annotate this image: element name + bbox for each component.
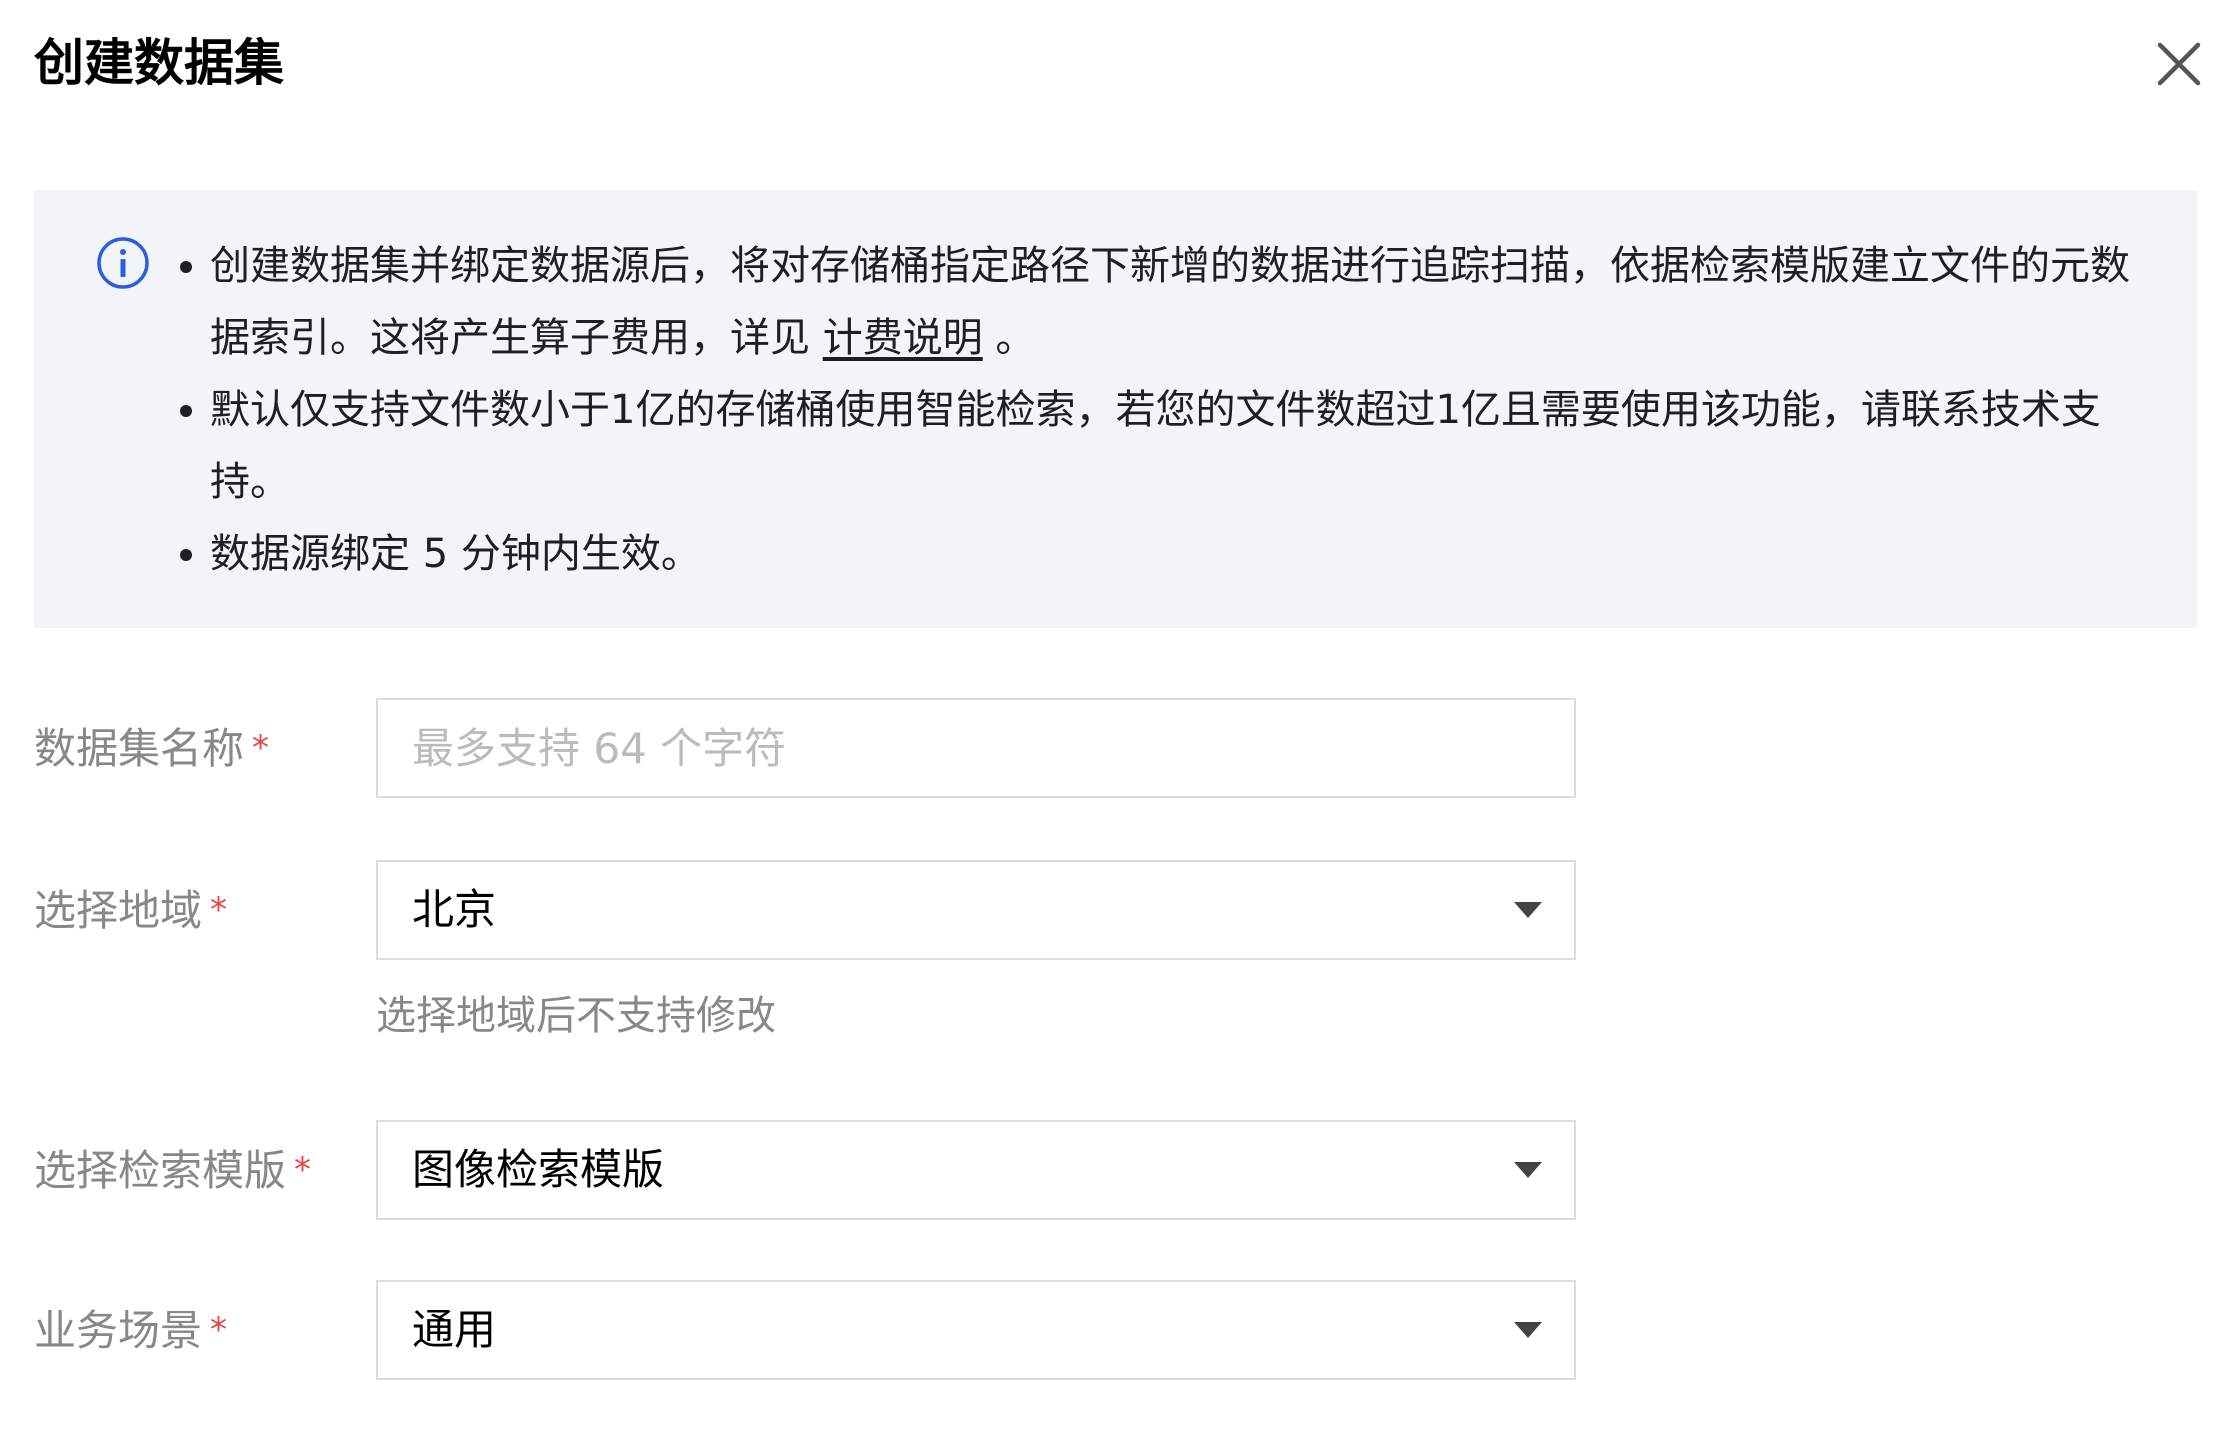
scenario-label: 业务场景 * bbox=[34, 1306, 228, 1355]
dataset-name-input[interactable] bbox=[378, 700, 1574, 796]
info-notice: 创建数据集并绑定数据源后，将对存储桶指定路径下新增的数据进行追踪扫描，依据检索模… bbox=[34, 190, 2197, 628]
form-row-scenario: 业务场景 * 通用 bbox=[34, 1280, 1576, 1382]
required-mark: * bbox=[210, 1310, 228, 1350]
caret-down-icon bbox=[1514, 902, 1542, 918]
template-label: 选择检索模版 * bbox=[34, 1146, 312, 1195]
notice-item-billing-suffix: 。 bbox=[982, 315, 1036, 361]
caret-down-icon bbox=[1514, 1322, 1542, 1338]
required-mark: * bbox=[252, 728, 270, 768]
region-label: 选择地域 * bbox=[34, 886, 228, 935]
notice-item-file-limit: 默认仅支持文件数小于1亿的存储桶使用智能检索，若您的文件数超过1亿且需要使用该功… bbox=[174, 374, 2154, 518]
region-hint: 选择地域后不支持修改 bbox=[376, 993, 776, 1039]
required-mark: * bbox=[210, 890, 228, 930]
form-row-dataset-name: 数据集名称 * bbox=[34, 698, 1576, 800]
region-select[interactable]: 北京 bbox=[376, 860, 1576, 960]
required-mark: * bbox=[294, 1150, 312, 1190]
close-icon bbox=[2157, 42, 2201, 86]
caret-down-icon bbox=[1514, 1162, 1542, 1178]
scenario-select-value: 通用 bbox=[412, 1305, 497, 1354]
dataset-name-label: 数据集名称 * bbox=[34, 724, 270, 773]
billing-link[interactable]: 计费说明 bbox=[823, 315, 983, 361]
dataset-name-field bbox=[376, 698, 1576, 798]
template-select-value: 图像检索模版 bbox=[412, 1145, 665, 1194]
form-row-region: 选择地域 * 北京 选择地域后不支持修改 bbox=[34, 860, 1576, 1080]
notice-item-billing-text: 创建数据集并绑定数据源后，将对存储桶指定路径下新增的数据进行追踪扫描，依据检索模… bbox=[210, 243, 2130, 361]
notice-item-effective-time: 数据源绑定 5 分钟内生效。 bbox=[174, 518, 2154, 590]
region-select-value: 北京 bbox=[412, 885, 497, 934]
notice-list: 创建数据集并绑定数据源后，将对存储桶指定路径下新增的数据进行追踪扫描，依据检索模… bbox=[174, 230, 2154, 590]
create-dataset-dialog: 创建数据集 创建数据集并绑定数据源后，将对存储桶指定路径下新增的数据进行追踪扫描… bbox=[0, 0, 2233, 1432]
template-select[interactable]: 图像检索模版 bbox=[376, 1120, 1576, 1220]
notice-item-billing: 创建数据集并绑定数据源后，将对存储桶指定路径下新增的数据进行追踪扫描，依据检索模… bbox=[174, 230, 2154, 374]
close-button[interactable] bbox=[2151, 36, 2207, 92]
dialog-title: 创建数据集 bbox=[34, 34, 284, 92]
info-icon bbox=[97, 237, 149, 289]
scenario-select[interactable]: 通用 bbox=[376, 1280, 1576, 1380]
form-row-template: 选择检索模版 * 图像检索模版 bbox=[34, 1120, 1576, 1222]
